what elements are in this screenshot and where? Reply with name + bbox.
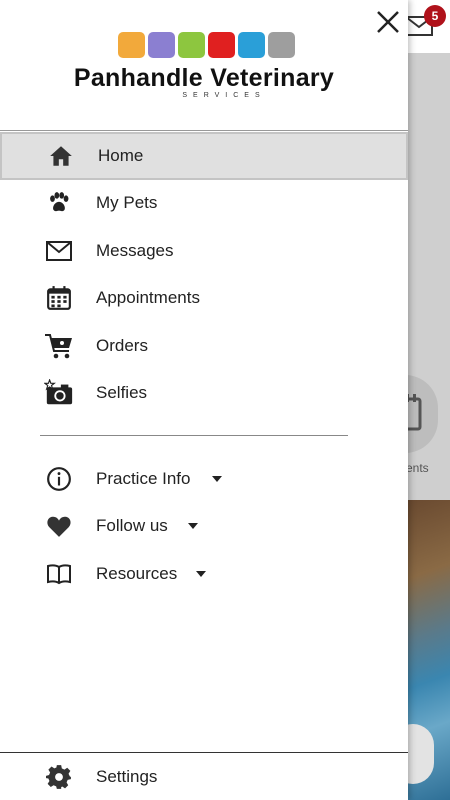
- menu-item-home[interactable]: Home: [0, 132, 408, 180]
- chevron-down-icon[interactable]: [212, 475, 222, 482]
- camera-icon: [44, 378, 74, 408]
- chevron-down-icon[interactable]: [188, 523, 198, 530]
- divider: [40, 435, 348, 436]
- chevron-down-icon[interactable]: [196, 570, 206, 577]
- home-icon: [46, 141, 76, 171]
- menu-item-label: Home: [98, 145, 144, 165]
- menu-item-selfies[interactable]: Selfies: [0, 370, 408, 418]
- menu-item-label: Appointments: [96, 288, 200, 308]
- close-drawer-button[interactable]: [372, 6, 404, 38]
- logo-tile: [238, 32, 265, 58]
- menu-item-label: Resources: [96, 563, 178, 583]
- paw-icon: [44, 188, 74, 218]
- logo-animal-tiles: [118, 32, 295, 58]
- info-icon: [44, 464, 74, 494]
- menu-item-appointments[interactable]: Appointments: [0, 275, 408, 323]
- mail-icon: [44, 236, 74, 266]
- divider: [0, 130, 408, 131]
- navigation-drawer: Panhandle Veterinary SERVICES Home My Pe…: [0, 0, 408, 800]
- menu-item-label: Messages: [96, 240, 174, 260]
- logo-tile: [148, 32, 175, 58]
- menu-item-label: Settings: [96, 766, 158, 786]
- menu-item-messages[interactable]: Messages: [0, 227, 408, 275]
- main-menu: Home My Pets Messages Appointments Order…: [0, 132, 408, 417]
- menu-item-label: Orders: [96, 335, 148, 355]
- calendar-icon: [44, 283, 74, 313]
- logo-tile: [268, 32, 295, 58]
- gear-icon: [44, 762, 74, 792]
- menu-item-label: Selfies: [96, 383, 148, 403]
- practice-logo: Panhandle Veterinary SERVICES: [0, 28, 408, 108]
- menu-item-orders[interactable]: Orders: [0, 322, 408, 370]
- logo-tile: [208, 32, 235, 58]
- logo-tile: [178, 32, 205, 58]
- notification-badge: 5: [424, 5, 446, 27]
- menu-item-label: Follow us: [96, 516, 168, 536]
- menu-item-label: Practice Info: [96, 468, 191, 488]
- secondary-menu: Practice Info Follow us Resources: [0, 455, 408, 598]
- menu-item-practice-info[interactable]: Practice Info: [0, 455, 408, 503]
- logo-title: Panhandle Veterinary: [73, 64, 335, 92]
- logo-tile: [118, 32, 145, 58]
- close-icon: [377, 11, 399, 33]
- menu-item-settings[interactable]: Settings: [0, 753, 408, 800]
- heart-icon: [44, 511, 74, 541]
- menu-item-label: My Pets: [96, 193, 158, 213]
- logo-subtitle: SERVICES: [182, 92, 266, 99]
- menu-item-resources[interactable]: Resources: [0, 550, 408, 598]
- book-icon: [44, 559, 74, 589]
- cart-icon: [44, 331, 74, 361]
- menu-item-my-pets[interactable]: My Pets: [0, 180, 408, 228]
- menu-item-follow-us[interactable]: Follow us: [0, 503, 408, 551]
